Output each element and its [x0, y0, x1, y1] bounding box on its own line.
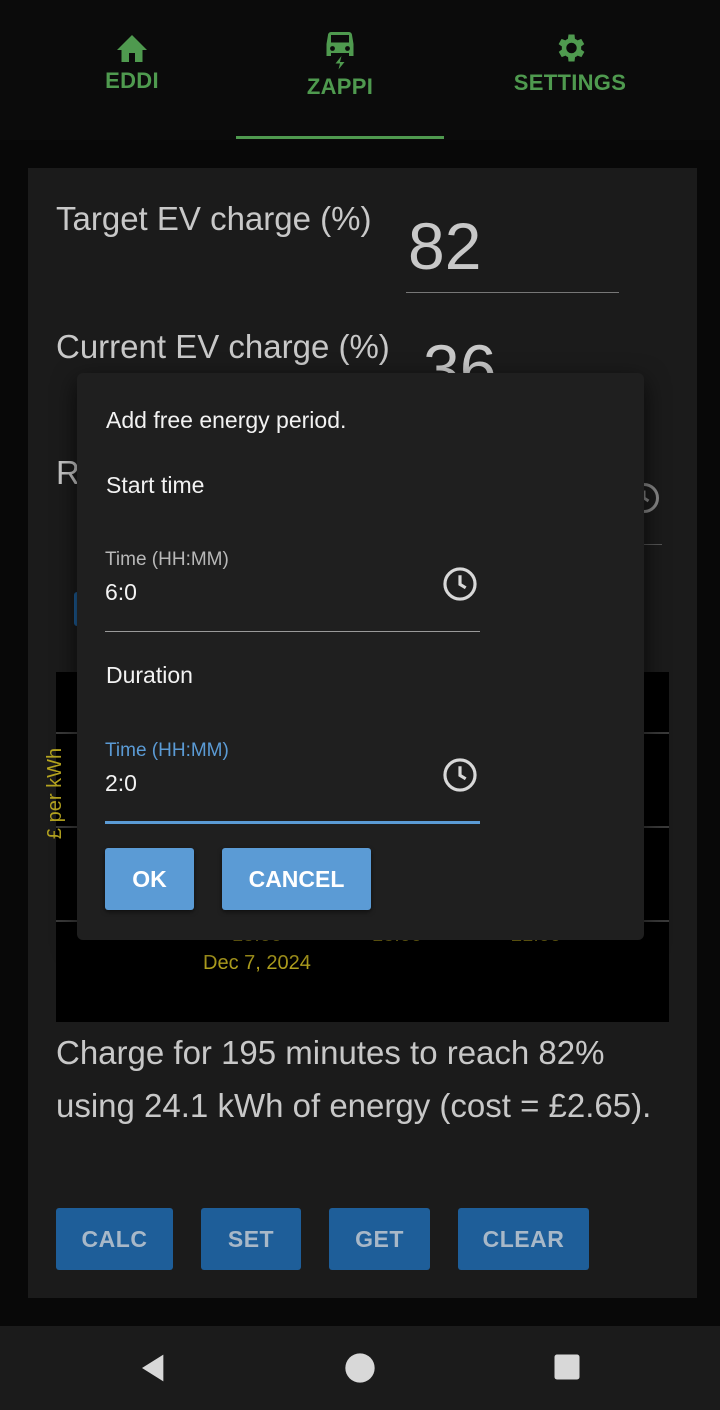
duration-heading: Duration — [106, 662, 193, 688]
duration-underline — [105, 821, 480, 824]
start-time-field-label: Time (HH:MM) — [105, 549, 229, 570]
dialog-title: Add free energy period. — [106, 407, 347, 433]
ok-button[interactable]: OK — [105, 848, 194, 910]
add-free-energy-dialog: Add free energy period. Start time Time … — [77, 373, 644, 940]
start-time-input[interactable]: 6:0 — [105, 579, 137, 606]
duration-input[interactable]: 2:0 — [105, 770, 137, 797]
back-icon[interactable] — [138, 1352, 170, 1384]
recents-icon[interactable] — [552, 1352, 582, 1382]
clock-icon[interactable] — [441, 565, 479, 603]
cancel-button[interactable]: CANCEL — [222, 848, 371, 910]
start-time-underline — [105, 631, 480, 632]
system-nav-bar — [0, 1326, 720, 1410]
clock-icon[interactable] — [441, 756, 479, 794]
start-time-heading: Start time — [106, 472, 205, 498]
duration-field-label: Time (HH:MM) — [105, 740, 229, 761]
home-circle-icon[interactable] — [344, 1352, 376, 1384]
